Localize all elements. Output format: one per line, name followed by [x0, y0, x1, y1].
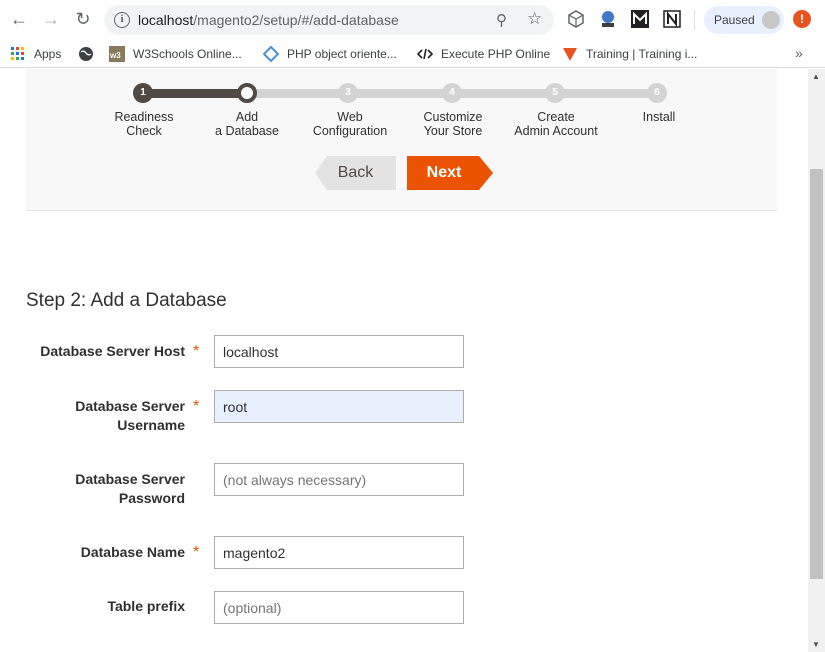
back-arrow-icon[interactable]: ←: [8, 8, 30, 30]
label-table-prefix: Table prefix: [107, 598, 185, 614]
label-db-password: Database Server Password: [75, 471, 185, 506]
globe-icon: [78, 46, 94, 62]
bookmark-w3schools[interactable]: w3 W3Schools Online...: [109, 44, 242, 64]
url-text[interactable]: localhost/magento2/setup/#/add-database: [138, 12, 399, 28]
table-prefix-input[interactable]: [214, 591, 464, 624]
step-label-admin: Create Admin Account: [514, 110, 598, 138]
page-title: Step 2: Add a Database: [26, 290, 227, 311]
bookmark-label: PHP object oriente...: [287, 47, 397, 61]
label-db-name: Database Name: [80, 544, 185, 560]
more-bookmarks-icon[interactable]: »: [795, 45, 803, 61]
step-dot-6: 6: [647, 83, 667, 103]
reload-icon[interactable]: ↻: [72, 8, 94, 30]
progress-fill: [136, 89, 251, 98]
extension-icon[interactable]: [599, 10, 617, 28]
required-marker: *: [193, 398, 200, 415]
label-db-username: Database Server Username: [75, 398, 185, 433]
profile-paused-button[interactable]: Paused: [704, 6, 784, 34]
svg-text:w3: w3: [109, 51, 121, 60]
bookmark-label: Apps: [34, 47, 62, 61]
step-dot-5: 5: [545, 83, 565, 103]
n-extension-icon[interactable]: [663, 10, 681, 28]
required-marker: *: [193, 343, 200, 360]
bookmark-training[interactable]: Training | Training i...: [562, 44, 697, 64]
avatar: [762, 11, 780, 29]
bookmark-globe[interactable]: [78, 44, 102, 64]
step-dot-4: 4: [442, 83, 462, 103]
forward-arrow-icon[interactable]: →: [40, 8, 62, 30]
setup-wizard: 1 3 4 5 6 Readiness Check Add a Database W…: [26, 69, 777, 211]
bookmark-apps[interactable]: Apps: [10, 44, 61, 64]
apps-grid-icon: [10, 46, 26, 62]
back-button[interactable]: Back: [315, 156, 396, 190]
url-host: localhost: [138, 12, 194, 28]
step-dot-1: 1: [133, 83, 153, 103]
db-host-input[interactable]: [214, 335, 464, 368]
key-icon[interactable]: ⚲: [496, 11, 507, 29]
label-db-host: Database Server Host: [40, 343, 185, 359]
page-scrollbar[interactable]: ▲ ▼: [808, 69, 825, 652]
step-dot-2: [237, 83, 257, 103]
bookmark-execute-php[interactable]: Execute PHP Online: [416, 44, 551, 64]
step-label-store: Customize Your Store: [423, 110, 483, 138]
step-label-install: Install: [642, 110, 676, 124]
star-icon[interactable]: ☆: [527, 9, 542, 29]
url-path: /magento2/setup/#/add-database: [193, 12, 399, 28]
m-extension-icon[interactable]: [631, 10, 649, 28]
step-label-web: Web Configuration: [312, 110, 388, 138]
next-button[interactable]: Next: [407, 156, 493, 190]
bookmarks-bar: Apps w3 W3Schools Online... PHP object o…: [0, 40, 825, 68]
required-marker: *: [193, 544, 200, 561]
scroll-down-icon[interactable]: ▼: [812, 640, 820, 649]
w3schools-icon: w3: [109, 46, 125, 62]
scroll-up-icon[interactable]: ▲: [812, 72, 820, 81]
db-username-input[interactable]: [214, 390, 464, 423]
db-password-input[interactable]: [214, 463, 464, 496]
step-label-database: Add a Database: [215, 110, 279, 138]
cube-extension-icon[interactable]: [567, 10, 585, 28]
page-content: 1 3 4 5 6 Readiness Check Add a Database W…: [0, 69, 808, 652]
browser-toolbar: ← → ↻ i localhost/magento2/setup/#/add-d…: [0, 0, 825, 40]
paused-label: Paused: [714, 13, 755, 27]
step-dot-3: 3: [338, 83, 358, 103]
scroll-thumb[interactable]: [810, 169, 823, 579]
bookmark-label: W3Schools Online...: [133, 47, 242, 61]
address-bar[interactable]: i localhost/magento2/setup/#/add-databas…: [104, 5, 554, 35]
bookmark-label: Execute PHP Online: [441, 47, 551, 61]
db-name-input[interactable]: [214, 536, 464, 569]
bookmark-php-oop[interactable]: PHP object oriente...: [262, 44, 397, 64]
alert-icon[interactable]: !: [793, 10, 811, 28]
toolbar-divider: [694, 10, 695, 30]
diamond-icon: [262, 45, 280, 63]
code-icon: [416, 46, 434, 62]
info-icon[interactable]: i: [114, 12, 130, 28]
step-label-readiness: Readiness Check: [114, 110, 174, 138]
training-logo-icon: [562, 46, 578, 62]
bookmark-label: Training | Training i...: [586, 47, 698, 61]
